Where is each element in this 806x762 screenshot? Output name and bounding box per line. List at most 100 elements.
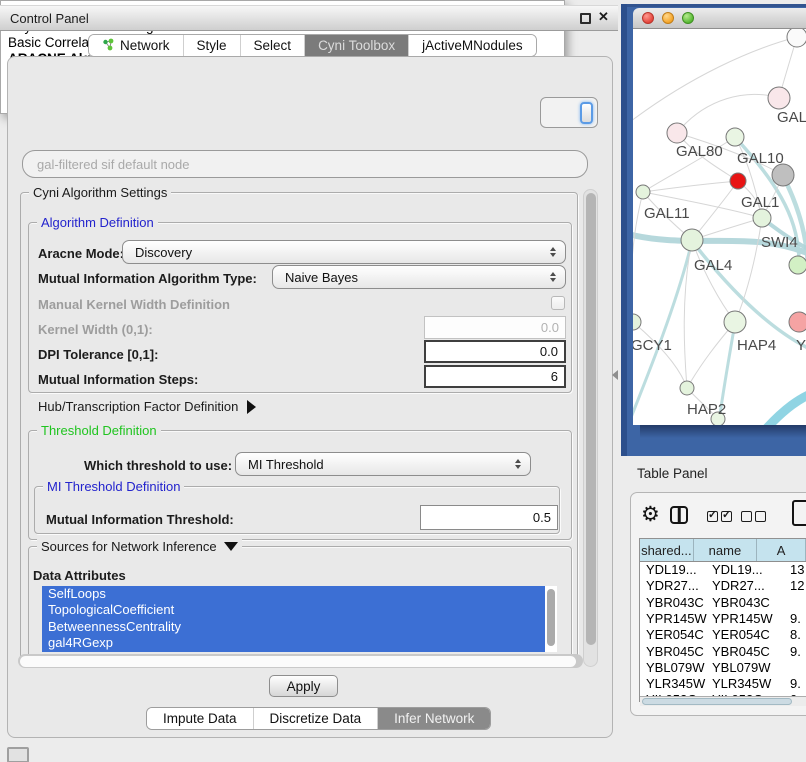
attribute-item-gal4rgexp[interactable]: gal4RGexp — [42, 635, 545, 651]
tab-infer-network[interactable]: Infer Network — [377, 708, 490, 729]
node-label: GAL — [777, 109, 806, 126]
table-row[interactable]: YBR043CYBR043C — [640, 595, 806, 611]
scrollbar-thumb[interactable] — [586, 193, 596, 645]
which-threshold-combobox[interactable]: MI Threshold — [235, 452, 531, 476]
deselect-all-columns-icon[interactable] — [741, 511, 766, 522]
table-row[interactable]: YLR345WYLR345W9. — [640, 676, 806, 692]
node-hap2[interactable] — [680, 381, 694, 395]
node-label: GAL4 — [694, 257, 732, 274]
kernel-width-label: Kernel Width (0,1): — [38, 322, 153, 337]
settings-horizontal-scrollbar[interactable] — [18, 654, 583, 668]
table-cell: 12 — [790, 578, 804, 594]
close-traffic-light[interactable] — [642, 12, 654, 24]
inference-algorithm-combobox[interactable] — [540, 97, 598, 128]
kernel-width-input[interactable] — [424, 316, 566, 339]
table-cell: YDL19... — [646, 562, 697, 578]
network-window-titlebar[interactable] — [633, 8, 806, 29]
network-edge[interactable] — [633, 241, 692, 425]
select-all-columns-icon[interactable] — [707, 511, 732, 522]
expander-down-icon — [224, 542, 238, 551]
table-cell: YER054C — [712, 627, 770, 643]
node[interactable] — [787, 29, 806, 47]
node[interactable] — [789, 312, 806, 332]
node-swi4[interactable] — [789, 256, 806, 274]
table-cell: YBR045C — [646, 644, 704, 660]
control-panel-titlebar: Control Panel — [0, 5, 618, 31]
gear-icon[interactable]: ⚙ — [641, 502, 660, 527]
network-canvas[interactable]: GALGAL80GAL10GAL1GAL11SWI4GAL4GCY1HAP4YH… — [633, 29, 806, 425]
mi-steps-input[interactable] — [424, 365, 566, 388]
table-select-combobox[interactable]: gal-filtered sif default node — [22, 150, 588, 178]
network-edge[interactable] — [765, 392, 806, 425]
attribute-item-topologicalcoefficient[interactable]: TopologicalCoefficient — [42, 602, 545, 618]
table-row[interactable]: YER054CYER054C8. — [640, 627, 806, 643]
scrollbar-thumb[interactable] — [642, 698, 792, 705]
node[interactable] — [726, 128, 744, 146]
new-table-icon[interactable] — [792, 500, 806, 526]
table-cell: YBR043C — [646, 595, 704, 611]
aracne-mode-combobox[interactable]: Discovery — [122, 240, 566, 264]
columns-icon[interactable] — [670, 506, 688, 524]
tab-impute-data[interactable]: Impute Data — [147, 708, 253, 729]
spinner-arrows-icon[interactable] — [550, 247, 556, 257]
attribute-item-selfloops[interactable]: SelfLoops — [42, 586, 545, 602]
hub-definition-expander[interactable]: Hub/Transcription Factor Definition — [38, 399, 256, 414]
zoom-traffic-light[interactable] — [682, 12, 694, 24]
table-horizontal-scrollbar[interactable] — [640, 696, 806, 706]
window-shadow — [640, 425, 806, 438]
network-edge[interactable] — [687, 322, 735, 388]
list-scrollbar-thumb[interactable] — [547, 589, 555, 646]
tab-label: Select — [254, 38, 292, 53]
manual-kernel-checkbox[interactable] — [551, 296, 565, 310]
scrollbar-thumb[interactable] — [20, 656, 576, 667]
table-row[interactable]: YPR145WYPR145W9. — [640, 611, 806, 627]
mi-algorithm-type-combobox[interactable]: Naive Bayes — [272, 265, 566, 289]
table-row[interactable]: YBR045CYBR045C9. — [640, 644, 806, 660]
network-edge[interactable] — [692, 240, 735, 322]
table-row[interactable]: YBL079WYBL079W — [640, 660, 806, 676]
dpi-tolerance-input[interactable] — [424, 340, 566, 363]
spinner-arrows-icon[interactable] — [550, 272, 556, 282]
settings-vertical-scrollbar[interactable] — [583, 189, 598, 667]
tab-style[interactable]: Style — [183, 35, 240, 56]
mi-threshold-input[interactable] — [420, 505, 558, 530]
node-gal80[interactable] — [667, 123, 687, 143]
network-edge[interactable] — [633, 37, 797, 128]
node-gal1[interactable] — [753, 209, 771, 227]
network-edge[interactable] — [677, 94, 779, 133]
close-icon[interactable]: ✕ — [598, 9, 609, 25]
tab-label: Infer Network — [394, 711, 474, 726]
combobox-focus-button[interactable] — [580, 102, 593, 124]
apply-button[interactable]: Apply — [269, 675, 338, 697]
network-edge[interactable] — [633, 192, 643, 322]
tab-select[interactable]: Select — [240, 35, 305, 56]
table-cell: YBL079W — [712, 660, 771, 676]
tab-cyni-toolbox[interactable]: Cyni Toolbox — [304, 35, 408, 56]
column-header-name[interactable]: name — [694, 539, 757, 561]
minimize-traffic-light[interactable] — [662, 12, 674, 24]
node-hap4[interactable] — [724, 311, 746, 333]
unchecked-box-icon — [741, 511, 752, 522]
tab-network[interactable]: Network — [89, 35, 183, 56]
table-row[interactable]: YDL19...YDL19...13 — [640, 562, 806, 578]
column-header-shared[interactable]: shared... — [640, 539, 694, 561]
node-gal11[interactable] — [636, 185, 650, 199]
panel-divider-grip[interactable] — [612, 370, 618, 380]
node-gal[interactable] — [768, 87, 790, 109]
float-window-icon[interactable] — [580, 13, 591, 24]
tab-discretize-data[interactable]: Discretize Data — [253, 708, 378, 729]
tab-jactivemnodules[interactable]: jActiveMNodules — [408, 35, 536, 56]
column-header-a[interactable]: A — [757, 539, 806, 561]
node-label: GAL10 — [737, 150, 784, 167]
node-gal4[interactable] — [681, 229, 703, 251]
node-selected[interactable] — [730, 173, 746, 189]
network-edge[interactable] — [633, 322, 687, 388]
spinner-arrows-icon[interactable] — [515, 459, 521, 469]
sources-expander[interactable]: Sources for Network Inference — [37, 539, 242, 554]
which-threshold-value: MI Threshold — [248, 457, 324, 472]
node-gal10[interactable] — [772, 164, 794, 186]
dock-panel-icon[interactable] — [7, 747, 29, 762]
attribute-item-betweennesscentrality[interactable]: BetweennessCentrality — [42, 619, 545, 635]
table-row[interactable]: YDR27...YDR27...12 — [640, 578, 806, 594]
network-edge[interactable] — [643, 181, 738, 192]
